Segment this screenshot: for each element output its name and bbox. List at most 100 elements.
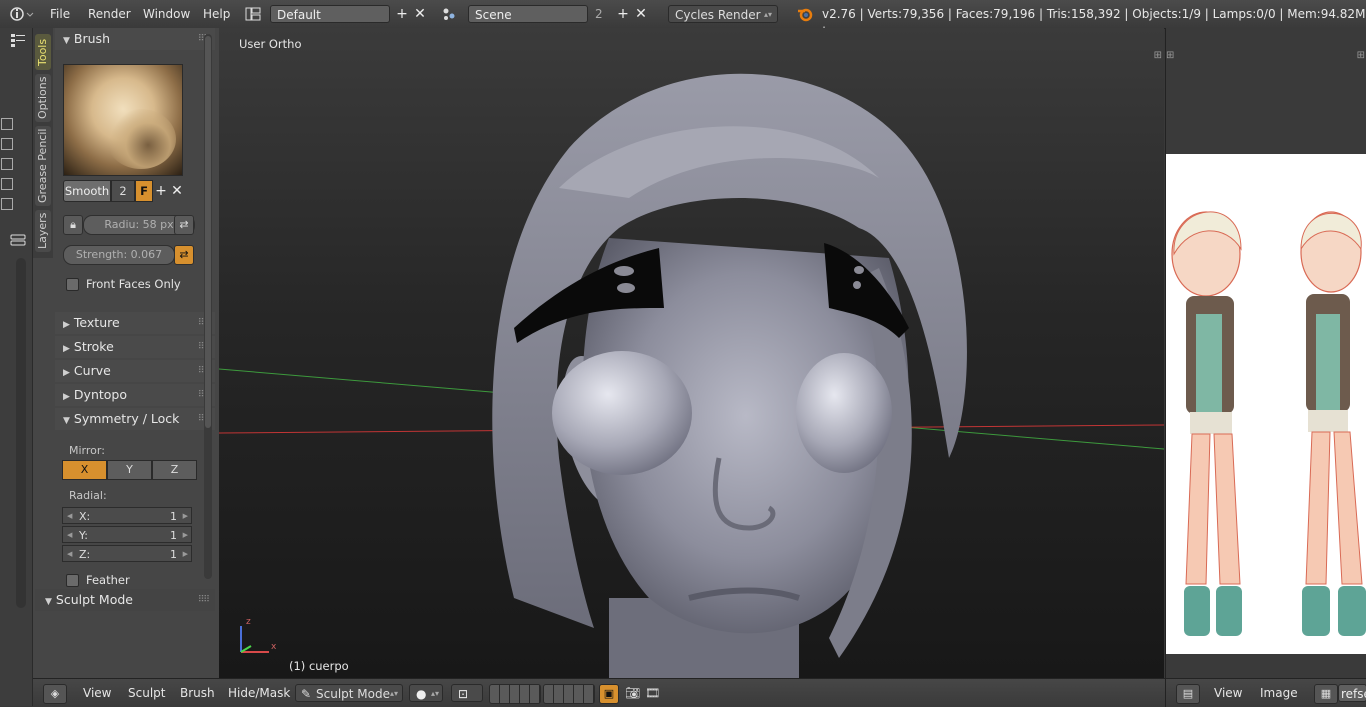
brush-name-field[interactable]: Smooth xyxy=(63,180,111,202)
render-animation-icon[interactable]: 🎞︎ xyxy=(645,684,660,702)
camera-icon[interactable] xyxy=(1,158,13,170)
camera-icon[interactable] xyxy=(1,178,13,190)
reference-boot xyxy=(1302,586,1330,636)
screen-layout-icon[interactable] xyxy=(244,5,264,23)
outliner-icon[interactable] xyxy=(10,32,26,48)
increment-arrow-icon[interactable]: ▶ xyxy=(183,546,188,563)
texture-panel-header[interactable]: ▶Texture⠿⠿ xyxy=(55,312,215,334)
properties-editor-icon[interactable] xyxy=(10,233,26,247)
image-editor-split-plus-icon[interactable]: ⊞ xyxy=(1166,50,1174,61)
strip-scrollbar[interactable] xyxy=(16,258,26,608)
menu-window[interactable]: Window xyxy=(143,5,190,23)
camera-icon[interactable] xyxy=(1,198,13,210)
camera-icon[interactable] xyxy=(1,118,13,130)
symmetry-lock-panel-header[interactable]: ▼Symmetry / Lock⠿⠿ xyxy=(55,408,215,430)
left-editor-strip xyxy=(0,28,33,706)
info-editor-icon[interactable] xyxy=(8,5,34,23)
brush-panel-header[interactable]: ▼Brush ⠿⠿ xyxy=(55,28,215,50)
radial-x-field[interactable]: ◀ X: 1 ▶ xyxy=(62,507,192,524)
menu-image[interactable]: Image xyxy=(1260,684,1298,702)
render-engine-select[interactable]: Cycles Render ▴▾ xyxy=(668,5,778,23)
tab-grease-pencil[interactable]: Grease Pencil xyxy=(35,126,51,206)
fake-user-toggle[interactable]: F xyxy=(135,180,153,202)
menu-view[interactable]: View xyxy=(83,684,111,702)
feather-checkbox[interactable] xyxy=(66,574,79,587)
decrement-arrow-icon[interactable]: ◀ xyxy=(67,546,72,563)
tab-options[interactable]: Options xyxy=(35,74,51,122)
viewport-shading-select[interactable]: ● ▴▾ xyxy=(409,684,443,702)
scene-icon[interactable] xyxy=(440,5,462,23)
camera-icon[interactable] xyxy=(1,138,13,150)
tool-shelf-tabs: Tools Options Grease Pencil Layers xyxy=(33,28,53,258)
menu-file[interactable]: File xyxy=(50,5,70,23)
reference-shorts xyxy=(1190,412,1232,434)
tab-layers[interactable]: Layers xyxy=(35,210,51,252)
mirror-x-button[interactable]: X xyxy=(62,460,107,480)
layer-buttons-group-2[interactable] xyxy=(543,684,595,704)
menu-view[interactable]: View xyxy=(1214,684,1242,702)
screen-layout-field[interactable]: Default xyxy=(270,5,390,23)
pressure-toggle-icon[interactable]: ⇄ xyxy=(174,245,194,265)
curve-panel-header[interactable]: ▶Curve⠿⠿ xyxy=(55,360,215,382)
editor-type-icon[interactable]: ◈ xyxy=(43,684,67,704)
brush-preview-thumbnail[interactable] xyxy=(63,64,183,176)
active-object-label: (1) cuerpo xyxy=(289,659,349,673)
tool-shelf-scroll-thumb[interactable] xyxy=(205,36,211,428)
add-layout-button[interactable]: + xyxy=(394,5,410,23)
image-name-field[interactable]: refse xyxy=(1338,684,1366,702)
lock-camera-icon[interactable]: ▣ xyxy=(599,684,619,704)
3d-viewport[interactable]: User Ortho z x (1) cuerpo ⊞ xyxy=(219,28,1164,678)
reference-image[interactable] xyxy=(1166,154,1366,654)
radial-y-field[interactable]: ◀ Y: 1 ▶ xyxy=(62,526,192,543)
add-brush-button[interactable]: + xyxy=(153,181,169,201)
decrement-arrow-icon[interactable]: ◀ xyxy=(67,527,72,544)
viewport-split-plus-icon[interactable]: ⊞ xyxy=(1154,50,1162,61)
left-eyeball xyxy=(552,351,692,475)
mirror-z-button[interactable]: Z xyxy=(152,460,197,480)
scene-field[interactable]: Scene xyxy=(468,5,588,23)
lock-icon[interactable]: 🔒︎ xyxy=(63,215,83,235)
decrement-arrow-icon[interactable]: ◀ xyxy=(67,508,72,525)
remove-layout-button[interactable]: ✕ xyxy=(412,5,428,23)
sculpt-mode-panel-title: Sculpt Mode xyxy=(55,592,133,607)
front-faces-only-checkbox[interactable] xyxy=(66,278,79,291)
radial-y-label: Y: xyxy=(79,529,88,542)
sculpted-head-mesh[interactable] xyxy=(419,38,979,678)
increment-arrow-icon[interactable]: ▶ xyxy=(183,508,188,525)
reference-boot xyxy=(1216,586,1242,636)
symmetry-panel-title: Symmetry / Lock xyxy=(73,411,180,426)
stroke-panel-header[interactable]: ▶Stroke⠿⠿ xyxy=(55,336,215,358)
collapsed-triangle-icon: ▶ xyxy=(63,368,70,378)
interaction-mode-select[interactable]: ✎ Sculpt Mode ▴▾ xyxy=(295,684,403,702)
strength-slider[interactable]: Strength: 0.067 xyxy=(63,245,175,265)
menu-render[interactable]: Render xyxy=(88,5,131,23)
image-editor-split-plus-icon[interactable]: ⊞ xyxy=(1357,50,1365,61)
tab-tools[interactable]: Tools xyxy=(35,34,51,70)
drag-grip-icon[interactable]: ⠿⠿ xyxy=(198,589,210,611)
remove-brush-button[interactable]: ✕ xyxy=(169,181,185,201)
radial-z-field[interactable]: ◀ Z: 1 ▶ xyxy=(62,545,192,562)
menu-help[interactable]: Help xyxy=(203,5,230,23)
image-editor-type-icon[interactable]: ▤ xyxy=(1176,684,1200,704)
brush-texture-shading xyxy=(106,109,176,169)
dyntopo-panel-header[interactable]: ▶Dyntopo⠿⠿ xyxy=(55,384,215,406)
menu-sculpt[interactable]: Sculpt xyxy=(128,684,165,702)
collapsed-triangle-icon: ▶ xyxy=(63,320,70,330)
render-camera-icon[interactable]: 📷︎ xyxy=(625,684,640,702)
pivot-point-select[interactable]: ⊡ xyxy=(451,684,483,702)
increment-arrow-icon[interactable]: ▶ xyxy=(183,527,188,544)
mirror-label: Mirror: xyxy=(69,444,105,457)
solid-sphere-icon: ● xyxy=(416,687,427,701)
stroke-panel-title: Stroke xyxy=(73,339,114,354)
add-scene-button[interactable]: + xyxy=(615,5,631,23)
menu-brush[interactable]: Brush xyxy=(180,684,215,702)
sculpt-mode-panel-header[interactable]: ▼ Sculpt Mode ⠿⠿ xyxy=(35,589,215,611)
image-editor[interactable]: ⊞ ⊞ xyxy=(1165,28,1366,678)
layer-buttons-group-1[interactable] xyxy=(489,684,541,704)
remove-scene-button[interactable]: ✕ xyxy=(633,5,649,23)
mirror-y-button[interactable]: Y xyxy=(107,460,152,480)
image-browse-icon[interactable]: ▦ xyxy=(1314,684,1338,704)
pressure-toggle-icon[interactable]: ⇄ xyxy=(174,215,194,235)
menu-hide-mask[interactable]: Hide/Mask xyxy=(228,684,290,702)
expanded-triangle-icon: ▼ xyxy=(63,416,70,426)
